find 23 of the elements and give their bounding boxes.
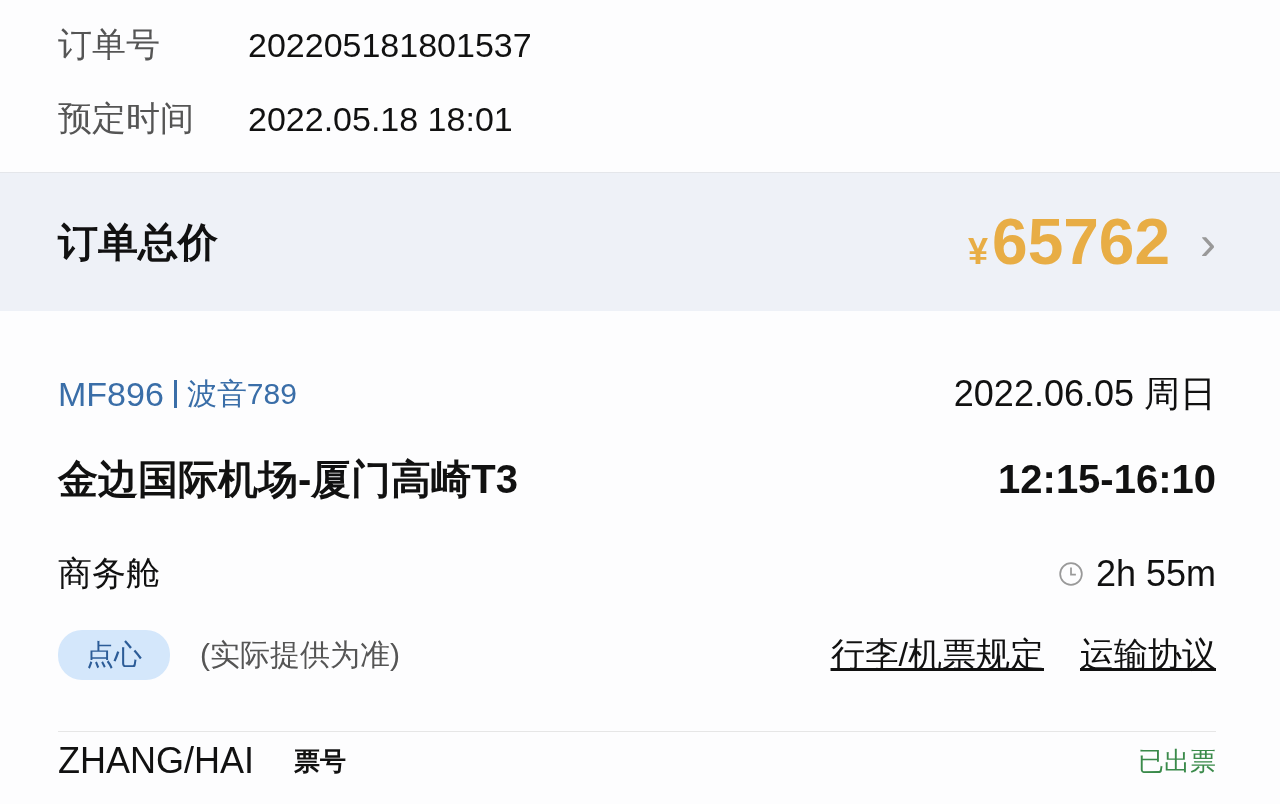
meal-note: (实际提供为准) [200, 636, 400, 673]
passenger-name: ZHANG/HAI [58, 740, 254, 782]
policy-link[interactable]: 行李/机票规定 [830, 632, 1044, 678]
aircraft-type: 波音789 [186, 375, 297, 412]
flight-number: MF896 [58, 374, 164, 414]
chevron-icon: › [1200, 214, 1216, 270]
ticket-label: 票号 [294, 744, 346, 778]
total-price-bar[interactable]: 订单总价 ¥65762 › [0, 172, 1280, 311]
policy-link[interactable]: 运输协议 [1080, 632, 1216, 678]
meal-tag: 点心 [58, 630, 170, 680]
field-value: 2022.05.18 18:01 [248, 99, 513, 139]
flight-date: 2022.06.05 周日 [953, 371, 1216, 416]
clock-icon [1057, 561, 1084, 587]
cabin-class: 商务舱 [58, 553, 160, 594]
total-label: 订单总价 [58, 218, 218, 266]
flight-time: 12:15-16:10 [998, 456, 1216, 502]
field-label: 预定时间 [58, 98, 195, 139]
flight-route: 金边国际机场-厦门高崎T3 [58, 455, 518, 503]
field-label: 订单号 [58, 24, 161, 65]
ticket-status: 已出票 [1138, 744, 1216, 778]
flight-duration: 2h 55m [1095, 553, 1216, 595]
field-value: 202205181801537 [248, 25, 532, 65]
total-price: ¥65762 [968, 205, 1170, 279]
